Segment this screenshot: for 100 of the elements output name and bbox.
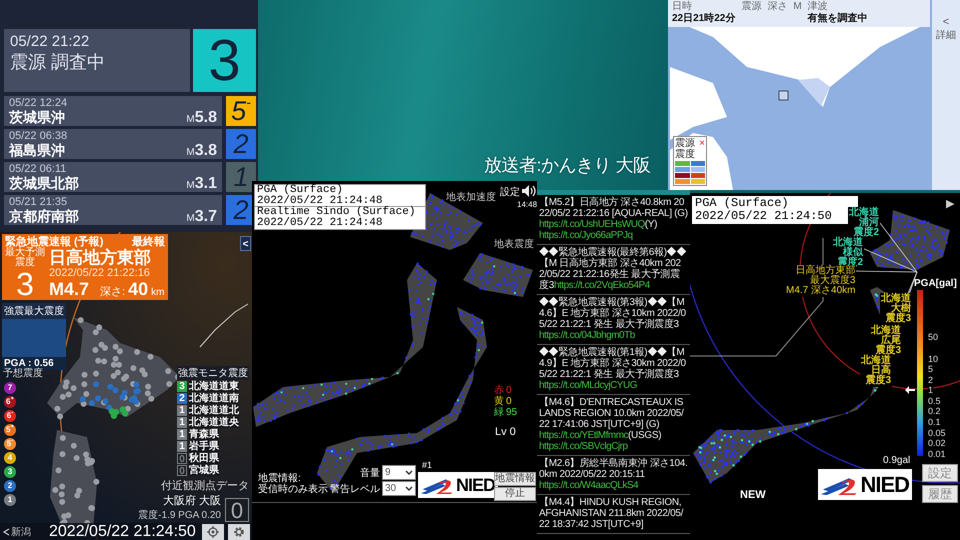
column-label: 津波: [808, 1, 829, 12]
action-button[interactable]: 地震情報: [494, 472, 536, 486]
tweet-link[interactable]: https://t.co/04Jbhgm0Tb: [539, 330, 635, 341]
dropdown[interactable]: 30: [382, 481, 416, 496]
locate-button[interactable]: [202, 524, 224, 540]
readout-box: Realtime Sindo (Surface) 2022/05/22 21:24:48: [254, 206, 426, 230]
tweet-link[interactable]: https://t.co/2VqEko54P4: [554, 280, 650, 291]
action-button[interactable]: 停止: [494, 487, 536, 501]
expand-button[interactable]: <: [942, 16, 950, 28]
depth-unit: km: [151, 287, 164, 298]
station-label: 北海道 日高 震度3: [860, 355, 892, 387]
intensity-square: 1: [177, 405, 187, 416]
scale-tick: 0.5: [928, 397, 941, 406]
magnitude: M4.7: [49, 279, 90, 300]
list-title: 強震モニタ震度: [177, 366, 249, 380]
column-value: 22日21時22分: [672, 13, 736, 25]
collapse-button[interactable]: <: [240, 236, 251, 251]
logo-text: NIED: [456, 474, 495, 496]
quake-history-item[interactable]: 05/21 21:35 京都府南部 M3.7: [4, 195, 222, 225]
tweet-link[interactable]: https://t.co/YEtlMfmmc: [539, 430, 628, 441]
intensity-square: 0: [177, 465, 187, 476]
max-intensity: 3: [16, 268, 34, 300]
count-label: 赤: [494, 385, 504, 396]
pga-reading: 0.9gal: [883, 455, 910, 466]
region-name: 青森県: [189, 429, 219, 440]
tweet-link[interactable]: https://t.co/MLdcyjCYUG: [539, 380, 637, 391]
scale-tick: 1: [928, 386, 934, 395]
scale-tick: 0.05: [928, 429, 946, 438]
gear-icon: [233, 526, 245, 538]
back-link[interactable]: 新潟: [2, 524, 31, 538]
speaker-icon[interactable]: [521, 184, 537, 198]
level-indicator: Lv 0: [495, 426, 516, 438]
quake-history-item[interactable]: 05/22 12:24 茨城県沖 M5.8: [4, 96, 222, 126]
intensity-box: 0: [225, 498, 249, 522]
scale-tick: 10: [928, 355, 938, 364]
source-tag: #1: [422, 460, 432, 470]
intensity-square: 1: [177, 429, 187, 440]
scale-tick: 0.2: [928, 407, 941, 416]
scale-tick: 50: [928, 333, 938, 342]
region-name: 秋田県: [189, 453, 219, 464]
logo-text: NIED: [860, 472, 909, 498]
column-label: 日時: [672, 1, 693, 13]
quake-history-item[interactable]: 05/22 06:38 福島県沖 M3.8: [4, 129, 222, 159]
chevron-icon: [405, 486, 413, 492]
broadcaster-caption: 放送者:かんきり 大阪: [484, 155, 651, 175]
tweet-link[interactable]: https://t.co/W4aacQLkS4: [539, 480, 638, 491]
section-title: 付近観測点データ: [161, 478, 249, 493]
tweet-link[interactable]: https://t.co/Jyo66aPPJq: [539, 230, 633, 241]
column-label: 深さ: [767, 1, 788, 13]
arrow-icon: [905, 386, 915, 394]
region-name: 北海道道央: [189, 417, 239, 428]
scale-tick: 0.02: [928, 439, 946, 448]
region-name: 北海道道北: [189, 405, 239, 416]
quake-time: 2022/05/22 21:22:16: [49, 267, 151, 279]
dropdown[interactable]: 9: [382, 465, 416, 480]
epicenter-region: 日高地方東部: [49, 248, 152, 267]
close-button[interactable]: ×: [699, 138, 705, 149]
scale-tick: 2: [928, 376, 934, 385]
play-button[interactable]: ▶: [946, 197, 954, 210]
intensity-square: 1: [177, 441, 187, 452]
quake-place: 震源 調査中: [10, 51, 106, 73]
clock: 14:48: [517, 200, 537, 209]
intensity-square: 0: [177, 453, 187, 464]
intensity-badge: 5$^{-}$: [226, 96, 256, 126]
column-label: M: [793, 1, 802, 13]
quake-history-item[interactable]: 05/22 06:11 茨城県北部 M3.1: [4, 162, 222, 192]
region-name: 北海道道南: [189, 393, 239, 404]
station-name: 大阪府 大阪: [162, 494, 221, 508]
count-label: 黄: [494, 396, 504, 407]
legend-title: 震源: [675, 138, 695, 149]
report-status: 最終報: [132, 234, 165, 248]
strong-motion-label: 強震最大震度: [2, 303, 66, 319]
region-name: 宮城県: [189, 465, 219, 476]
alert-title: 緊急地震速報 (予報): [5, 234, 104, 248]
detail-label: 詳細: [936, 28, 956, 42]
info-note: 地震情報:: [258, 473, 301, 484]
chevron-icon: [405, 470, 413, 476]
scale-title: PGA[gal]: [914, 278, 957, 289]
count-value: 0: [506, 396, 512, 407]
field-label: 音量: [360, 466, 380, 480]
tweet-link[interactable]: https://t.co/UshUEHsWUQ: [539, 219, 645, 230]
count-value: 95: [506, 407, 518, 418]
depth-value: 40: [128, 279, 148, 300]
settings-link[interactable]: 設定: [500, 185, 520, 199]
tweet-link[interactable]: https://t.co/SBVclgCjrp: [539, 441, 628, 452]
settings-button[interactable]: [228, 524, 250, 540]
intensity-badge: 3: [193, 29, 256, 92]
info-note: 受信時のみ表示: [258, 484, 328, 495]
depth-label: 深さ:: [100, 285, 126, 299]
scale-tick: 0.1: [928, 418, 941, 427]
station-label: 北海道 大樹 震度3: [880, 293, 912, 325]
count-label: 緑: [494, 407, 504, 418]
clock: 2022/05/22 21:24:50: [49, 522, 197, 540]
region-name: 岩手県: [189, 441, 219, 452]
legend-subtitle: 震度: [675, 149, 696, 160]
quake-time: 05/22 21:22: [10, 32, 90, 51]
scale-tick: 0.01: [928, 450, 946, 459]
station-reading: 震度-1.9 PGA 0.20: [138, 508, 221, 522]
intensity-square: 2: [177, 393, 187, 404]
crosshair-icon: [207, 526, 219, 538]
